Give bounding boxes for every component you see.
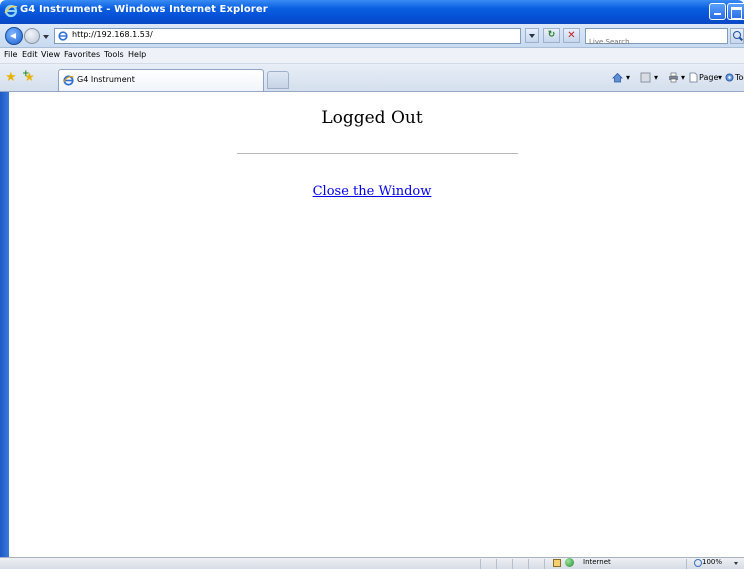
status-divider — [544, 559, 545, 569]
title-bar: G4 Instrument - Windows Internet Explore… — [0, 0, 744, 24]
add-favorites-icon[interactable]: ★ — [22, 68, 35, 84]
url-text: http://192.168.1.53/ — [72, 30, 153, 39]
page-menu-button[interactable]: Page — [699, 73, 718, 82]
feeds-icon[interactable] — [640, 72, 651, 83]
tab-g4-instrument[interactable]: G4 Instrument — [58, 69, 264, 91]
zoom-icon[interactable] — [694, 559, 702, 567]
search-input[interactable] — [586, 35, 722, 49]
tools-gear-icon[interactable] — [724, 72, 735, 83]
refresh-button[interactable]: ↻ — [543, 28, 560, 43]
refresh-icon: ↻ — [547, 30, 556, 40]
new-tab-button[interactable] — [267, 71, 289, 89]
window-title: G4 Instrument - Windows Internet Explore… — [20, 4, 268, 15]
url-field[interactable]: http://192.168.1.53/ — [54, 28, 521, 44]
security-zone-label[interactable]: Internet — [583, 558, 611, 566]
search-box[interactable] — [585, 28, 728, 49]
menu-bar: File Edit View Favorites Tools Help — [0, 48, 744, 64]
tools-menu-button[interactable]: Tools — [735, 73, 744, 82]
page-dropdown-icon[interactable]: ▾ — [718, 73, 722, 82]
minimize-button[interactable] — [709, 3, 726, 20]
menu-help[interactable]: Help — [128, 50, 146, 59]
forward-button[interactable] — [24, 28, 40, 44]
status-divider — [528, 559, 529, 569]
stop-icon: ✕ — [567, 30, 576, 41]
search-icon[interactable] — [730, 28, 744, 44]
menu-view[interactable]: View — [41, 50, 60, 59]
divider — [237, 153, 518, 154]
home-icon[interactable] — [612, 72, 623, 83]
favorites-star-icon[interactable]: ★ — [5, 71, 17, 84]
recent-pages-dropdown[interactable] — [43, 35, 49, 39]
menu-file[interactable]: File — [4, 50, 17, 59]
menu-tools[interactable]: Tools — [104, 50, 124, 59]
close-window-link[interactable]: Close the Window — [313, 184, 432, 199]
back-button[interactable] — [5, 27, 23, 45]
page-ie-icon — [58, 31, 68, 41]
stop-button[interactable]: ✕ — [563, 28, 580, 43]
status-bar: Internet 100% — [0, 557, 744, 569]
status-divider — [512, 559, 513, 569]
ie-icon — [4, 4, 18, 18]
zoom-dropdown-icon[interactable] — [734, 562, 738, 565]
page-title: Logged Out — [321, 108, 423, 128]
print-icon[interactable] — [668, 72, 679, 83]
print-dropdown-icon[interactable]: ▾ — [681, 73, 685, 82]
zoom-level[interactable]: 100% — [702, 558, 722, 566]
status-divider — [496, 559, 497, 569]
feeds-dropdown-icon[interactable]: ▾ — [654, 73, 658, 82]
page-icon[interactable] — [688, 72, 699, 83]
tab-bar: ★ ★ G4 Instrument ▾ ▾ ▾ Page ▾ Tools — [0, 64, 744, 92]
close-window-container: Close the Window — [0, 184, 744, 199]
security-icon[interactable] — [553, 559, 561, 567]
home-dropdown-icon[interactable]: ▾ — [626, 73, 630, 82]
status-divider — [686, 559, 687, 569]
tab-label: G4 Instrument — [77, 75, 135, 84]
address-bar: http://192.168.1.53/ ↻ ✕ — [0, 24, 744, 49]
menu-edit[interactable]: Edit — [22, 50, 38, 59]
window-left-border — [0, 92, 9, 557]
maximize-button[interactable] — [727, 3, 744, 20]
globe-icon — [565, 558, 574, 567]
url-dropdown-button[interactable] — [525, 28, 539, 43]
tab-ie-icon — [63, 75, 74, 86]
status-divider — [480, 559, 481, 569]
page-content: Logged Out Close the Window — [0, 92, 744, 557]
menu-favorites[interactable]: Favorites — [64, 50, 100, 59]
